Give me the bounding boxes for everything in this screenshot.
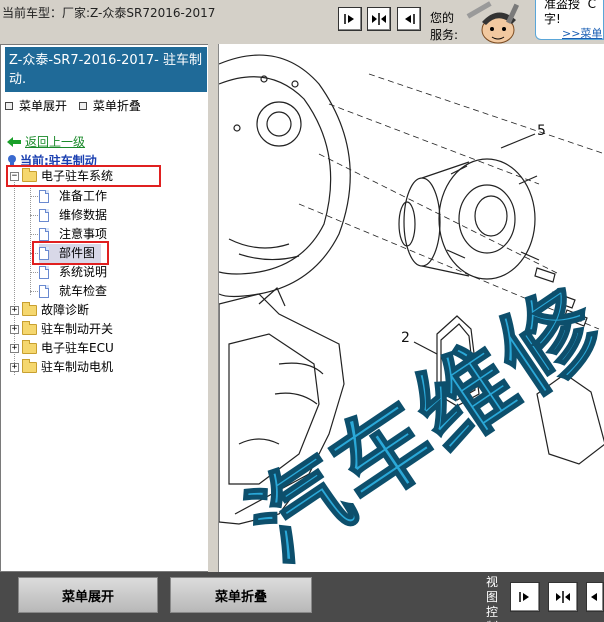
bottom-fit-button[interactable] — [548, 582, 578, 612]
back-link[interactable]: 返回上一级 — [7, 133, 85, 151]
ad-text: 准盗授 C 字! — [544, 0, 597, 26]
expand-toggle[interactable]: + — [10, 325, 19, 334]
tree-item-label: 系统说明 — [59, 265, 108, 279]
highlight-box — [32, 241, 109, 265]
arrow-right-icon — [518, 590, 532, 604]
tree-item-label: 电子驻车ECU — [41, 341, 114, 355]
view-control-label: 视图控制 — [486, 575, 499, 622]
component-diagram-view[interactable]: 5 2 汽车维修 — [218, 44, 604, 572]
document-icon — [39, 209, 49, 222]
watermark-text: 汽车维修 — [229, 267, 604, 572]
tree-item-parking-brake-switch[interactable]: + 驻车制动开关 — [10, 320, 113, 339]
folder-icon — [22, 359, 37, 373]
tree-item-label: 维修数据 — [59, 208, 108, 222]
vehicle-label: 当前车型：厂家:Z-众泰SR72016-2017 — [2, 6, 216, 20]
top-bar: 当前车型：厂家:Z-众泰SR72016-2017 您的 服务: 准盗授 C 字!… — [0, 0, 604, 44]
watermark: 汽车维修 — [228, 266, 604, 572]
square-icon — [5, 102, 13, 110]
arrow-left-icon — [402, 12, 416, 26]
bottom-next-button[interactable] — [510, 582, 540, 612]
tree-item-label: 故障诊断 — [41, 303, 90, 317]
tree-item-parking-brake-motor[interactable]: + 驻车制动电机 — [10, 358, 113, 377]
tree-item-label: 驻车制动电机 — [41, 360, 114, 374]
panel-title: Z-众泰-SR7-2016-2017- 驻车制动. — [5, 47, 207, 92]
tree-item-preparation[interactable]: 准备工作 — [39, 187, 107, 206]
highlight-box — [6, 165, 161, 187]
mascot-icon — [458, 0, 536, 44]
split-arrows-icon — [371, 12, 387, 26]
collapse-all-link[interactable]: 菜单折叠 — [78, 97, 141, 114]
tree-item-fault-diagnosis[interactable]: + 故障诊断 — [10, 301, 89, 320]
tree-item-label: 就车检查 — [59, 284, 108, 298]
exploded-view-drawing: 5 2 汽车维修 — [219, 54, 604, 572]
tree-item-label: 驻车制动开关 — [41, 322, 114, 336]
menu-panel: Z-众泰-SR7-2016-2017- 驻车制动. 菜单展开 菜单折叠 返回上一… — [0, 44, 212, 572]
folder-icon — [22, 340, 37, 354]
square-icon — [78, 102, 87, 110]
app-window: 当前车型：厂家:Z-众泰SR72016-2017 您的 服务: 准盗授 C 字!… — [0, 0, 604, 622]
document-icon — [39, 285, 49, 298]
tree-item-repair-data[interactable]: 维修数据 — [39, 206, 107, 225]
tree-item-system-description[interactable]: 系统说明 — [39, 263, 107, 282]
tree-item-vehicle-inspection[interactable]: 就车检查 — [39, 282, 107, 301]
tree-item-epb-ecu[interactable]: + 电子驻车ECU — [10, 339, 114, 358]
arrow-right-icon — [343, 12, 357, 26]
document-icon — [39, 266, 49, 279]
bottom-previous-button[interactable] — [586, 582, 604, 612]
split-arrows-icon — [555, 590, 571, 604]
bottom-toolbar: 菜单展开 菜单折叠 视图控制 — [0, 572, 604, 622]
advertisement-banner[interactable]: 准盗授 C 字! >>菜单 — [535, 0, 604, 40]
fit-view-button[interactable] — [367, 7, 391, 31]
folder-icon — [22, 321, 37, 335]
arrow-left-icon — [589, 590, 601, 604]
next-page-button[interactable] — [338, 7, 362, 31]
document-icon — [39, 228, 49, 241]
tree-item-label: 准备工作 — [59, 189, 108, 203]
collapse-menu-button[interactable]: 菜单折叠 — [170, 577, 312, 613]
greeting-text: 您的 服务: — [430, 11, 459, 42]
callout-5: 5 — [537, 123, 546, 139]
expand-toggle[interactable]: + — [10, 306, 19, 315]
menu-operations: 菜单展开 菜单折叠 — [5, 97, 141, 114]
previous-page-button[interactable] — [397, 7, 421, 31]
document-icon — [39, 190, 49, 203]
expand-toggle[interactable]: + — [10, 363, 19, 372]
expand-all-link[interactable]: 菜单展开 — [5, 97, 67, 114]
back-arrow-icon — [7, 136, 21, 151]
splitter[interactable] — [208, 44, 218, 572]
expand-menu-button[interactable]: 菜单展开 — [18, 577, 158, 613]
ad-more-link[interactable]: >>菜单 — [562, 25, 602, 39]
expand-toggle[interactable]: + — [10, 344, 19, 353]
callout-2: 2 — [401, 330, 410, 346]
folder-icon — [22, 302, 37, 316]
